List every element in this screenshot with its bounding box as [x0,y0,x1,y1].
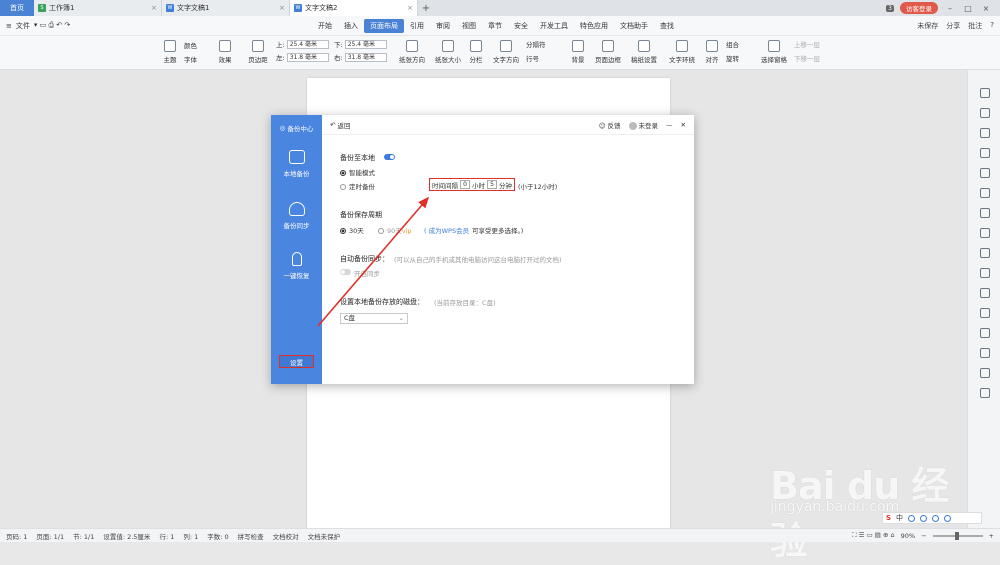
ime-punct-icon [908,514,916,522]
ime-mic-icon [932,514,940,522]
zoom-slider[interactable] [932,531,983,540]
ime-keyboard-icon [944,514,952,522]
ime-chinese-icon: 中 [896,514,904,522]
status-row: 行: 1 [159,532,175,541]
zoom-out-icon[interactable]: − [921,532,926,540]
zoom-level[interactable]: 90% [901,532,915,540]
status-section: 节: 1/1 [73,532,95,541]
proofread-button[interactable]: 文档校对 [273,531,299,541]
sogou-icon: S [886,514,892,522]
status-page: 页面: 1/1 [36,532,65,541]
watermark-url: jingyan.baidu.com [770,499,900,515]
status-words[interactable]: 字数: 0 [207,531,228,541]
status-setting: 设置值: 2.5厘米 [103,532,151,541]
status-page-code: 页码: 1 [6,532,28,541]
view-mode-icons[interactable]: ⛶ ☰ ▭ ▤ ⊕ ⌂ [852,531,895,540]
status-col: 列: 1 [183,532,199,541]
ime-toolbar[interactable]: S 中 [882,512,982,524]
zoom-in-icon[interactable]: + [989,532,994,540]
ime-emoji-icon [920,514,928,522]
protection-status[interactable]: 文档未保护 [308,531,341,541]
spell-check-button[interactable]: 拼写检查 [238,531,264,541]
status-bar: 页码: 1 页面: 1/1 节: 1/1 设置值: 2.5厘米 行: 1 列: … [0,528,1000,542]
